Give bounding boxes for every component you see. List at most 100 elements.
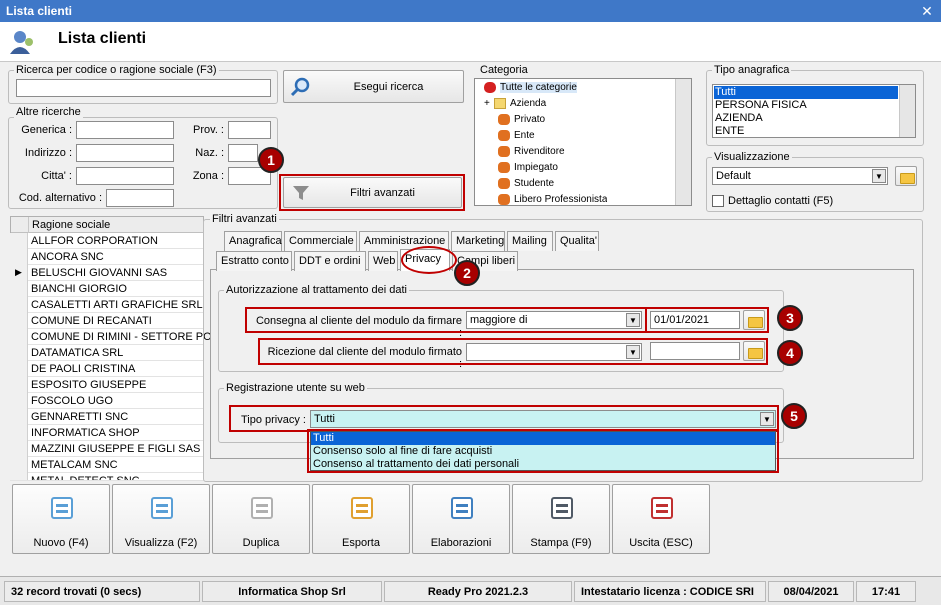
prov-label: Prov. :	[193, 124, 224, 136]
highlight-privacy-tab	[401, 246, 457, 274]
generica-input[interactable]	[76, 121, 174, 139]
row-indicator	[10, 377, 28, 393]
table-row[interactable]: ▶ BELUSCHI GIOVANNI SAS	[10, 265, 204, 281]
people-icon	[498, 162, 510, 173]
ragione-sociale-cell: MAZZINI GIUSEPPE E FIGLI SAS	[31, 443, 201, 455]
toolbar-button-label: Esporta	[342, 537, 380, 549]
row-indicator	[10, 281, 28, 297]
magnifier-icon	[290, 77, 310, 97]
tab-marketing[interactable]: Marketing	[451, 231, 505, 251]
people-icon	[498, 178, 510, 189]
status-time: 17:41	[856, 581, 916, 602]
dettaglio-contatti-checkbox[interactable]	[712, 195, 724, 207]
row-indicator	[10, 313, 28, 329]
categoria-scrollbar[interactable]	[675, 79, 691, 205]
ragione-sociale-cell: METAL DETECT SNC	[31, 475, 140, 481]
table-row[interactable]: BIANCHI GIORGIO	[10, 281, 204, 297]
table-row[interactable]: GENNARETTI SNC	[10, 409, 204, 425]
people-icon	[498, 130, 510, 141]
people-icon	[498, 114, 510, 125]
category-item[interactable]: Studente	[498, 178, 554, 194]
category-item[interactable]: Libero Professionista	[498, 194, 607, 205]
table-row[interactable]: METAL DETECT SNC	[10, 473, 204, 481]
grid-header[interactable]: Ragione sociale	[11, 217, 203, 233]
tipo-item-selected[interactable]: Tutti	[714, 86, 898, 99]
toolbar-button-process[interactable]: Elaborazioni	[412, 484, 510, 554]
prov-input[interactable]	[228, 121, 271, 139]
tipo-item[interactable]: AZIENDA	[715, 112, 763, 124]
visualizzazione-select[interactable]: Default ▼	[712, 167, 888, 185]
search-button-label: Esegui ricerca	[353, 80, 424, 93]
toolbar-button-new-record[interactable]: Nuovo (F4)	[12, 484, 110, 554]
search-input[interactable]	[16, 79, 271, 97]
cod-alternativo-label: Cod. alternativo :	[18, 192, 102, 204]
ragione-sociale-cell: ALLFOR CORPORATION	[31, 235, 158, 247]
row-indicator	[10, 441, 28, 457]
table-row[interactable]: COMUNE DI RIMINI - SETTORE POL	[10, 329, 218, 345]
tipo-item[interactable]: PERSONA FISICA	[715, 99, 807, 111]
tab-estrattoconto[interactable]: Estratto conto	[216, 251, 292, 271]
tipo-item[interactable]: ENTE	[715, 125, 744, 137]
table-row[interactable]: ESPOSITO GIUSEPPE	[10, 377, 204, 393]
row-indicator	[10, 345, 28, 361]
tab-anagrafica[interactable]: Anagrafica	[224, 231, 282, 251]
table-row[interactable]: DE PAOLI CRISTINA	[10, 361, 204, 377]
callout-badge-3: 3	[777, 305, 803, 331]
indirizzo-input[interactable]	[76, 144, 174, 162]
altre-ricerche-label: Altre ricerche	[14, 106, 83, 118]
table-row[interactable]: DATAMATICA SRL	[10, 345, 204, 361]
process-icon	[450, 495, 474, 521]
row-indicator	[10, 233, 28, 249]
expand-icon[interactable]: +	[484, 98, 494, 109]
tab-web[interactable]: Web	[368, 251, 398, 271]
ragione-sociale-cell: METALCAM SNC	[31, 459, 118, 471]
naz-input[interactable]	[228, 144, 258, 162]
toolbar-button-duplicate[interactable]: Duplica	[212, 484, 310, 554]
grid-header-indicator	[11, 217, 29, 233]
table-row[interactable]: FOSCOLO UGO	[10, 393, 204, 409]
tab-mailing[interactable]: Mailing	[507, 231, 553, 251]
table-row[interactable]: METALCAM SNC	[10, 457, 204, 473]
close-icon[interactable]: ✕	[919, 3, 935, 19]
toolbar-button-export[interactable]: Esporta	[312, 484, 410, 554]
category-item[interactable]: Privato	[498, 114, 545, 130]
toolbar-button-label: Duplica	[242, 537, 280, 549]
ragione-sociale-cell: ESPOSITO GIUSEPPE	[31, 379, 147, 391]
citta-input[interactable]	[76, 167, 174, 185]
registrazione-label: Registrazione utente su web	[224, 382, 367, 394]
callout-badge-5: 5	[781, 403, 807, 429]
folder-open-icon[interactable]	[895, 166, 917, 186]
table-row[interactable]: CASALETTI ARTI GRAFICHE SRL	[10, 297, 204, 313]
toolbar-button-exit[interactable]: Uscita (ESC)	[612, 484, 710, 554]
tab-commerciale[interactable]: Commerciale	[284, 231, 357, 251]
tipo-anagrafica-scrollbar[interactable]	[899, 85, 915, 137]
page-title: Lista clienti	[58, 30, 147, 47]
category-item[interactable]: Impiegato	[498, 162, 558, 178]
table-row[interactable]: ALLFOR CORPORATION	[10, 233, 204, 249]
tab-ddteordini[interactable]: DDT e ordini	[294, 251, 366, 271]
status-license: Intestatario licenza : CODICE SRI	[574, 581, 766, 602]
highlight-consegna-date	[645, 307, 769, 333]
table-row[interactable]: MAZZINI GIUSEPPE E FIGLI SAS	[10, 441, 204, 457]
toolbar-button-view[interactable]: Visualizza (F2)	[112, 484, 210, 554]
ragione-sociale-cell: GENNARETTI SNC	[31, 411, 129, 423]
search-button[interactable]: Esegui ricerca	[283, 70, 464, 103]
row-indicator	[10, 361, 28, 377]
category-item[interactable]: Tutte le categorie	[484, 82, 577, 98]
category-item[interactable]: Rivenditore	[498, 146, 565, 162]
ragione-sociale-cell: ANCORA SNC	[31, 251, 104, 263]
table-row[interactable]: COMUNE DI RECANATI	[10, 313, 204, 329]
category-item[interactable]: + Azienda	[484, 98, 546, 114]
category-item[interactable]: Ente	[498, 130, 535, 146]
tab-qualita[interactable]: Qualita'	[555, 231, 599, 251]
toolbar-button-printer[interactable]: Stampa (F9)	[512, 484, 610, 554]
window-title: Lista clienti	[6, 4, 73, 18]
filtri-panel-label: Filtri avanzati	[210, 213, 279, 225]
cod-alternativo-input[interactable]	[106, 189, 174, 207]
citta-label: Citta' :	[41, 170, 72, 182]
table-row[interactable]: INFORMATICA SHOP	[10, 425, 204, 441]
table-row[interactable]: ANCORA SNC	[10, 249, 204, 265]
exit-icon	[650, 495, 674, 521]
ragione-sociale-cell: COMUNE DI RECANATI	[31, 315, 152, 327]
status-version: Ready Pro 2021.2.3	[384, 581, 572, 602]
